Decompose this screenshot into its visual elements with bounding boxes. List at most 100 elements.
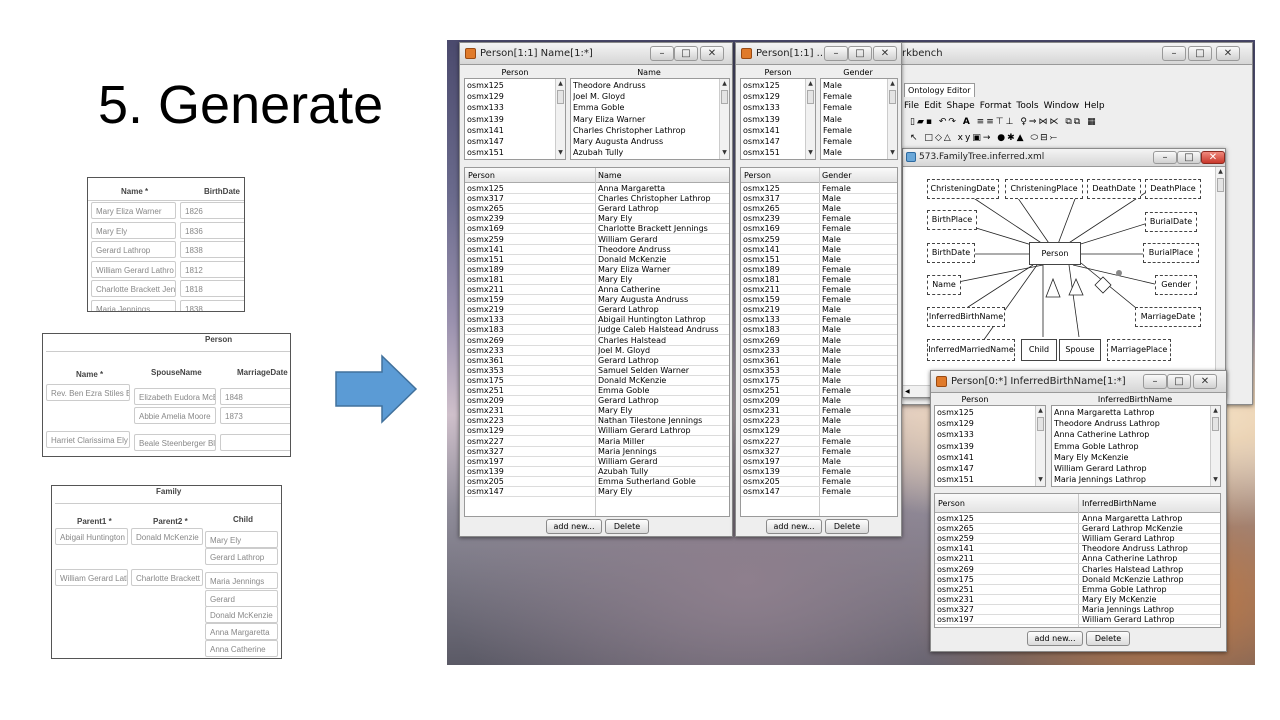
- child-field[interactable]: Gerard: [205, 590, 278, 607]
- list-item[interactable]: Joel M. Gloyd: [573, 91, 718, 102]
- table-row[interactable]: osmx133 Female: [741, 315, 897, 326]
- table-row[interactable]: osmx317 Charles Christopher Lathrop: [465, 194, 729, 205]
- node-death-place[interactable]: DeathPlace: [1145, 179, 1201, 199]
- person-list-scrollbar[interactable]: ▲ ▼: [555, 79, 565, 159]
- resize-icon[interactable]: ⋈: [1038, 117, 1049, 127]
- list-item[interactable]: Female: [823, 125, 885, 136]
- list-item[interactable]: Male: [823, 80, 885, 91]
- minimize-icon[interactable]: –: [1162, 46, 1186, 61]
- table-row[interactable]: osmx251 Female: [741, 386, 897, 397]
- list-item[interactable]: osmx139: [743, 114, 803, 125]
- name-field[interactable]: William Gerard Lathro: [91, 261, 176, 278]
- node-christening-date[interactable]: ChristeningDate: [927, 179, 999, 199]
- table-row[interactable]: osmx181 Mary Ely: [465, 275, 729, 285]
- table-row[interactable]: osmx175 Male: [741, 376, 897, 386]
- table-row[interactable]: osmx227 Female: [741, 437, 897, 447]
- birthdate-field[interactable]: 1838: [180, 300, 244, 311]
- inferred-name-table[interactable]: Person InferredBirthName osmx125 Anna Marg…: [934, 493, 1221, 628]
- rectangle-tool-icon[interactable]: □: [924, 133, 935, 143]
- gender-list[interactable]: Male Female Female Male Female Female Male ▲ ▼: [820, 78, 898, 160]
- name-list[interactable]: Theodore Andruss Joel M. Gloyd Emma Goble M…: [570, 78, 730, 160]
- list-item[interactable]: Maria Jennings Lathrop: [1054, 474, 1209, 485]
- list-item[interactable]: osmx133: [743, 102, 803, 113]
- table-row[interactable]: osmx129 Male: [741, 426, 897, 437]
- birthdate-field[interactable]: 1838: [180, 241, 244, 258]
- node-name[interactable]: Name: [927, 275, 961, 295]
- table-row[interactable]: osmx361 Male: [741, 356, 897, 366]
- child-field[interactable]: Anna Catherine: [205, 640, 278, 657]
- table-row[interactable]: osmx175 Donald McKenzie: [465, 376, 729, 386]
- child-field[interactable]: Mary Ely: [205, 531, 278, 548]
- list-item[interactable]: Anna Margaretta Lathrop: [1054, 407, 1209, 418]
- child-field[interactable]: Anna Margaretta: [205, 623, 278, 640]
- list-item[interactable]: osmx141: [467, 125, 552, 136]
- undo-icon[interactable]: ↶: [939, 117, 949, 127]
- list-item[interactable]: osmx125: [467, 80, 552, 91]
- table-row[interactable]: osmx269 Male: [741, 336, 897, 346]
- table-row[interactable]: osmx231 Mary Ely: [465, 406, 729, 417]
- table-row[interactable]: osmx259 William Gerard: [465, 235, 729, 245]
- table-row[interactable]: osmx219 Male: [741, 305, 897, 316]
- spouse-name-field[interactable]: Beale Steenberger Bla: [134, 434, 216, 451]
- table-row[interactable]: osmx223 Male: [741, 416, 897, 427]
- name-field[interactable]: Harriet Clarissima Ely: [46, 431, 130, 448]
- table-row[interactable]: osmx227 Maria Miller: [465, 437, 729, 447]
- close-icon[interactable]: ✕: [1201, 151, 1225, 164]
- spouse-name-field[interactable]: Elizabeth Eudora McE: [134, 388, 216, 405]
- tab-ontology-editor[interactable]: Ontology Editor: [904, 83, 975, 97]
- parent2-field[interactable]: Charlotte Brackett Jen: [131, 569, 203, 586]
- list-item[interactable]: Azubah Tully: [573, 147, 718, 158]
- table-row[interactable]: osmx197 William Gerard Lathrop: [935, 615, 1220, 626]
- table-row[interactable]: osmx125 Female: [741, 184, 897, 195]
- node-gender[interactable]: Gender: [1155, 275, 1197, 295]
- table-row[interactable]: osmx353 Male: [741, 366, 897, 376]
- font-icon[interactable]: A: [963, 117, 972, 127]
- grid-icon[interactable]: ▦: [1087, 117, 1098, 127]
- key-icon[interactable]: ♀: [1020, 117, 1029, 127]
- delete-button[interactable]: Delete: [825, 519, 869, 534]
- table-row[interactable]: osmx147 Female: [741, 487, 897, 498]
- birthdate-field[interactable]: 1818: [180, 280, 244, 297]
- align-4-icon[interactable]: ⊥: [1006, 117, 1016, 127]
- close-icon[interactable]: ✕: [1216, 46, 1240, 61]
- menu-format[interactable]: Format: [980, 101, 1012, 111]
- list-item[interactable]: osmx151: [743, 147, 803, 158]
- list-item[interactable]: William Gerard Lathrop: [1054, 463, 1209, 474]
- list-item[interactable]: osmx125: [937, 407, 1032, 418]
- name-field[interactable]: Gerard Lathrop: [91, 241, 176, 258]
- list-item[interactable]: Charles Christopher Lathrop: [573, 125, 718, 136]
- connector-icon[interactable]: ⤚: [1050, 133, 1059, 143]
- name-field[interactable]: Mary Ely: [91, 222, 176, 239]
- table-row[interactable]: osmx141 Male: [741, 245, 897, 255]
- new-file-icon[interactable]: ▯: [910, 117, 917, 127]
- marriage-date-field[interactable]: 1873: [220, 407, 290, 424]
- table-row[interactable]: osmx169 Female: [741, 224, 897, 235]
- table-row[interactable]: osmx169 Charlotte Brackett Jennings: [465, 224, 729, 235]
- minimize-icon[interactable]: –: [1143, 374, 1167, 389]
- table-row[interactable]: osmx327 Female: [741, 447, 897, 457]
- xy-icon[interactable]: xy: [958, 133, 973, 143]
- menu-shape[interactable]: Shape: [947, 101, 975, 111]
- list-item[interactable]: Theodore Andruss: [573, 80, 718, 91]
- align-2-icon[interactable]: ≡: [986, 117, 996, 127]
- table-row[interactable]: osmx151 Donald McKenzie: [465, 255, 729, 265]
- name-field[interactable]: Rev. Ben Ezra Stiles E: [46, 384, 130, 401]
- table-row[interactable]: osmx139 Female: [741, 467, 897, 477]
- add-new-button[interactable]: add new...: [1027, 631, 1083, 646]
- list-item[interactable]: Female: [823, 91, 885, 102]
- table-row[interactable]: osmx151 Male: [741, 255, 897, 265]
- paste-icon[interactable]: ⧉: [1074, 117, 1082, 127]
- table-row[interactable]: osmx183 Male: [741, 325, 897, 336]
- minimize-icon[interactable]: –: [1153, 151, 1177, 164]
- delete-button[interactable]: Delete: [605, 519, 649, 534]
- save-icon[interactable]: ▪: [926, 117, 934, 127]
- ellipse-icon[interactable]: ⬭: [1030, 133, 1040, 143]
- table-row[interactable]: osmx189 Mary Eliza Warner: [465, 265, 729, 275]
- table-row[interactable]: osmx205 Female: [741, 477, 897, 487]
- maximize-icon[interactable]: □: [848, 46, 872, 61]
- maximize-icon[interactable]: □: [1167, 374, 1191, 389]
- minimize-icon[interactable]: –: [824, 46, 848, 61]
- table-row[interactable]: osmx251 Emma Goble: [465, 386, 729, 397]
- list-item[interactable]: osmx133: [937, 429, 1032, 440]
- table-row[interactable]: osmx361 Gerard Lathrop: [465, 356, 729, 366]
